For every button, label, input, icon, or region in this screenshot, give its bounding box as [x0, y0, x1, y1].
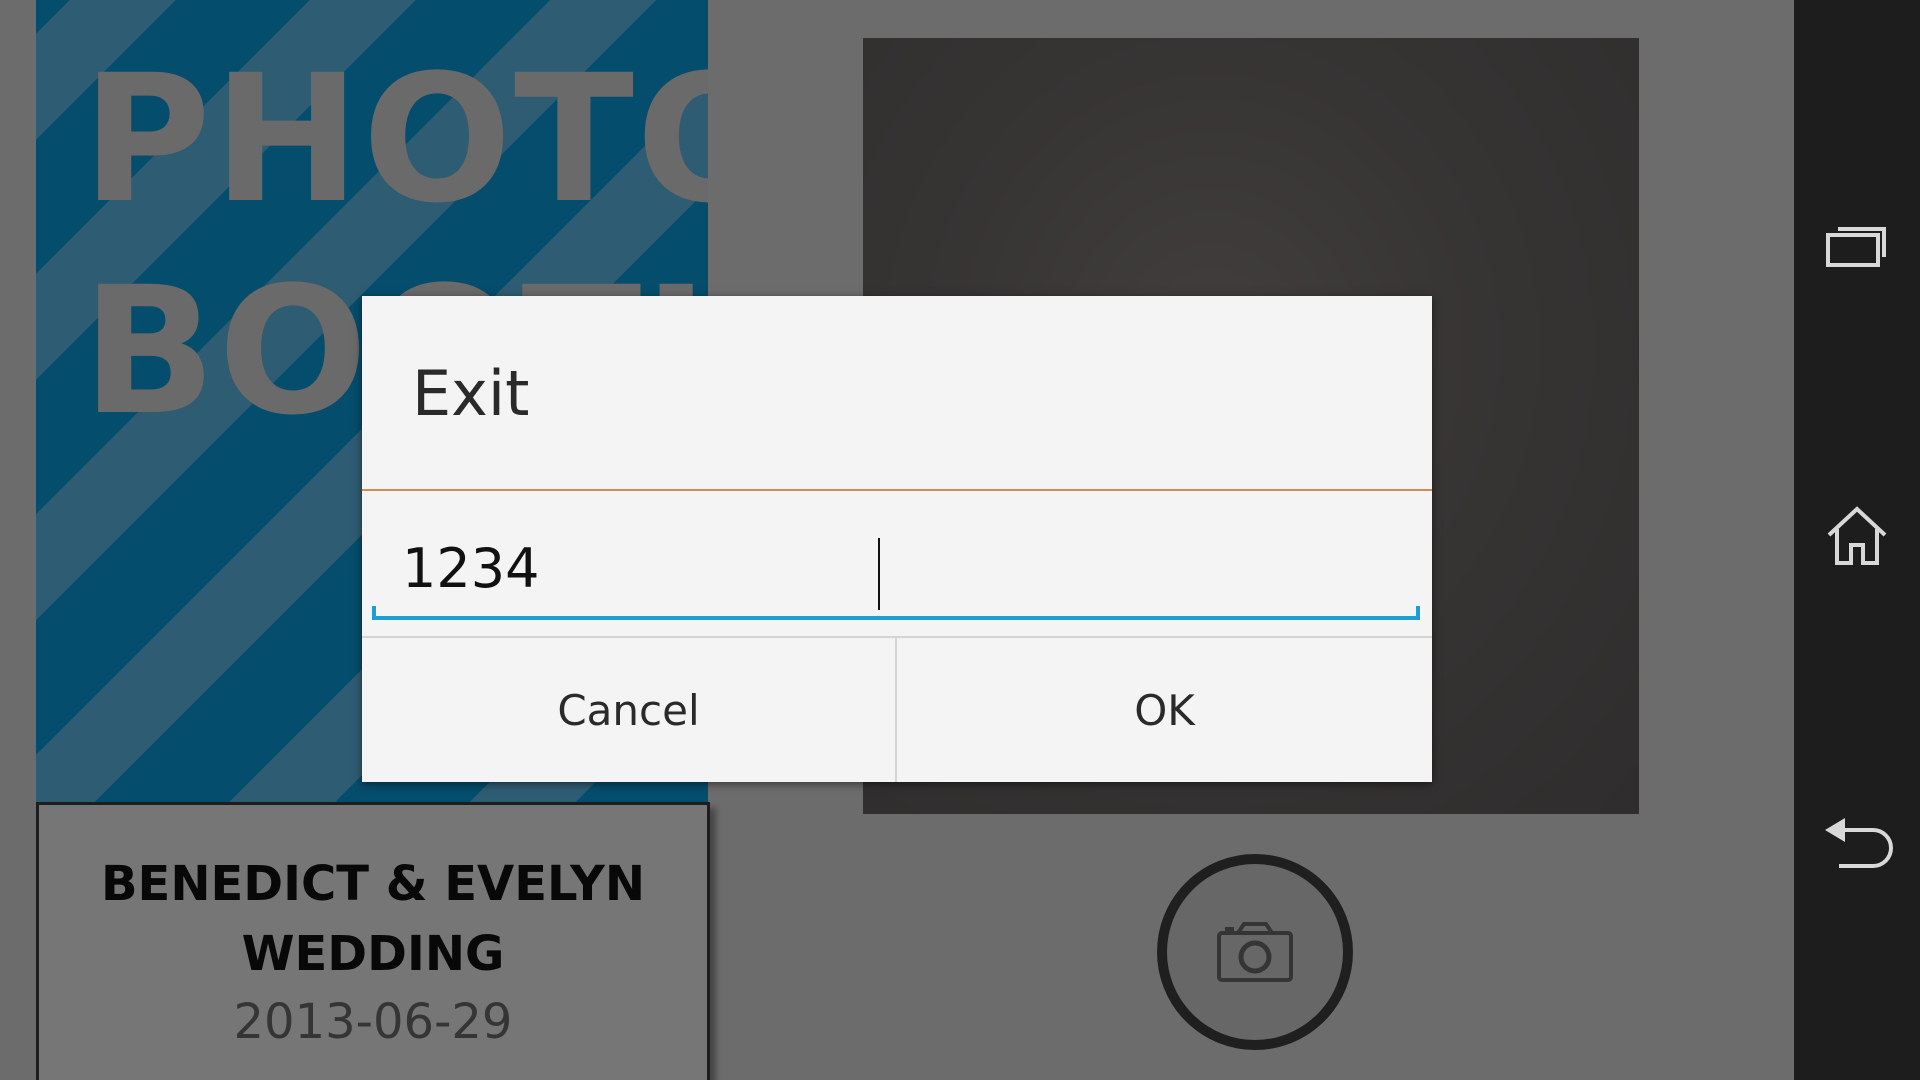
exit-code-field[interactable]	[372, 526, 1420, 620]
recent-apps-icon	[1825, 220, 1889, 272]
recent-apps-button[interactable]	[1794, 186, 1920, 306]
exit-code-input[interactable]	[372, 526, 1402, 610]
exit-dialog: Exit Cancel OK	[362, 296, 1432, 782]
back-button[interactable]	[1794, 784, 1920, 904]
input-underline	[372, 606, 1420, 620]
title-divider	[362, 489, 1432, 491]
navigation-bar	[1794, 0, 1920, 1080]
screen: PHOTO BOOTH BENEDICT & EVELYN WEDDING 20…	[0, 0, 1920, 1080]
home-button[interactable]	[1794, 478, 1920, 598]
ok-button[interactable]: OK	[897, 638, 1432, 782]
text-cursor	[878, 538, 880, 610]
cancel-button[interactable]: Cancel	[362, 638, 895, 782]
home-icon	[1825, 505, 1889, 571]
back-icon	[1821, 814, 1893, 874]
dialog-title: Exit	[412, 357, 530, 430]
